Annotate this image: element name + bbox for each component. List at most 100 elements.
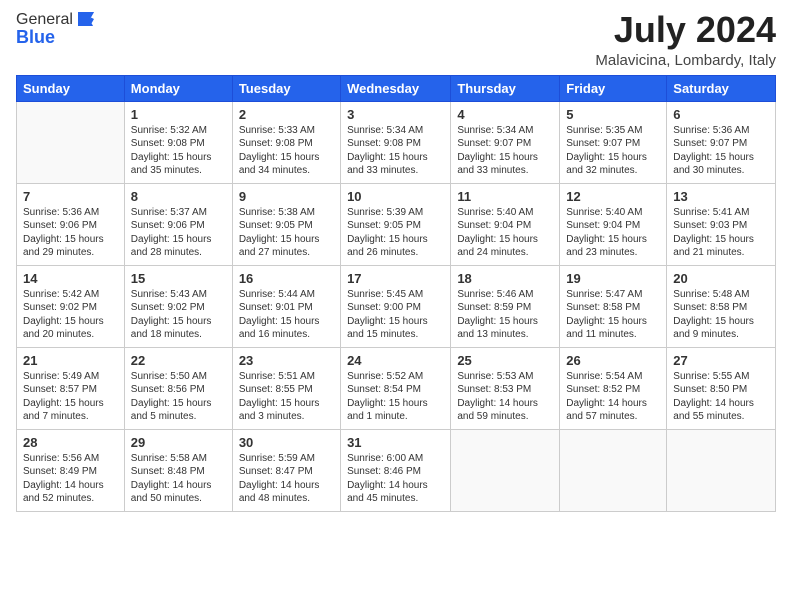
calendar-cell: 13Sunrise: 5:41 AM Sunset: 9:03 PM Dayli…	[667, 183, 776, 265]
day-number: 28	[23, 435, 118, 450]
day-number: 30	[239, 435, 334, 450]
day-info: Sunrise: 5:38 AM Sunset: 9:05 PM Dayligh…	[239, 206, 334, 260]
col-wednesday: Wednesday	[341, 75, 451, 101]
col-thursday: Thursday	[451, 75, 560, 101]
calendar-cell: 5Sunrise: 5:35 AM Sunset: 9:07 PM Daylig…	[560, 101, 667, 183]
day-number: 14	[23, 271, 118, 286]
day-info: Sunrise: 5:45 AM Sunset: 9:00 PM Dayligh…	[347, 288, 444, 342]
day-info: Sunrise: 5:58 AM Sunset: 8:48 PM Dayligh…	[131, 452, 226, 506]
day-number: 19	[566, 271, 660, 286]
day-info: Sunrise: 5:50 AM Sunset: 8:56 PM Dayligh…	[131, 370, 226, 424]
calendar-cell: 31 Sunrise: 6:00 AM Sunset: 8:46 PM Dayli…	[341, 429, 451, 511]
logo-general-text: General	[16, 12, 73, 28]
calendar-cell: 2Sunrise: 5:33 AM Sunset: 9:08 PM Daylig…	[232, 101, 340, 183]
calendar-subtitle: Malavicina, Lombardy, Italy	[595, 52, 776, 69]
calendar-cell: 9Sunrise: 5:38 AM Sunset: 9:05 PM Daylig…	[232, 183, 340, 265]
day-info: Sunrise: 5:51 AM Sunset: 8:55 PM Dayligh…	[239, 370, 334, 424]
calendar-cell: 22Sunrise: 5:50 AM Sunset: 8:56 PM Dayli…	[124, 347, 232, 429]
calendar-cell: 1 Sunrise: 5:32 AM Sunset: 9:08 PM Daylig…	[124, 101, 232, 183]
calendar-cell: 21 Sunrise: 5:49 AM Sunset: 8:57 PM Dayli…	[17, 347, 125, 429]
day-info: Sunrise: 5:34 AM Sunset: 9:07 PM Dayligh…	[457, 124, 553, 178]
calendar-cell: 15Sunrise: 5:43 AM Sunset: 9:02 PM Dayli…	[124, 265, 232, 347]
day-number: 10	[347, 189, 444, 204]
day-info: Sunrise: 5:40 AM Sunset: 9:04 PM Dayligh…	[457, 206, 553, 260]
calendar-cell: 28 Sunrise: 5:56 AM Sunset: 8:49 PM Dayli…	[17, 429, 125, 511]
logo: General Blue	[16, 10, 97, 46]
day-info: Sunrise: 5:56 AM Sunset: 8:49 PM Dayligh…	[23, 452, 118, 506]
calendar-cell: 14 Sunrise: 5:42 AM Sunset: 9:02 PM Dayli…	[17, 265, 125, 347]
calendar-cell: 8 Sunrise: 5:37 AM Sunset: 9:06 PM Daylig…	[124, 183, 232, 265]
day-number: 6	[673, 107, 769, 122]
calendar-cell: 27Sunrise: 5:55 AM Sunset: 8:50 PM Dayli…	[667, 347, 776, 429]
calendar-cell: 12 Sunrise: 5:40 AM Sunset: 9:04 PM Dayli…	[560, 183, 667, 265]
day-info: Sunrise: 5:59 AM Sunset: 8:47 PM Dayligh…	[239, 452, 334, 506]
calendar-cell: 23 Sunrise: 5:51 AM Sunset: 8:55 PM Dayli…	[232, 347, 340, 429]
day-number: 23	[239, 353, 334, 368]
calendar-week-row: 7 Sunrise: 5:36 AM Sunset: 9:06 PM Daylig…	[17, 183, 776, 265]
col-tuesday: Tuesday	[232, 75, 340, 101]
day-number: 17	[347, 271, 444, 286]
day-number: 26	[566, 353, 660, 368]
logo-flag-icon	[75, 8, 97, 30]
col-friday: Friday	[560, 75, 667, 101]
calendar-week-row: 21 Sunrise: 5:49 AM Sunset: 8:57 PM Dayli…	[17, 347, 776, 429]
day-number: 3	[347, 107, 444, 122]
day-number: 21	[23, 353, 118, 368]
day-info: Sunrise: 5:36 AM Sunset: 9:06 PM Dayligh…	[23, 206, 118, 260]
day-info: Sunrise: 5:34 AM Sunset: 9:08 PM Dayligh…	[347, 124, 444, 178]
day-number: 7	[23, 189, 118, 204]
header: General Blue July 2024 Malavicina, Lomba…	[16, 10, 776, 69]
day-number: 27	[673, 353, 769, 368]
calendar-table: Sunday Monday Tuesday Wednesday Thursday…	[16, 75, 776, 512]
day-info: Sunrise: 5:49 AM Sunset: 8:57 PM Dayligh…	[23, 370, 118, 424]
day-info: Sunrise: 5:43 AM Sunset: 9:02 PM Dayligh…	[131, 288, 226, 342]
calendar-cell: 20 Sunrise: 5:48 AM Sunset: 8:58 PM Dayli…	[667, 265, 776, 347]
day-info: Sunrise: 5:48 AM Sunset: 8:58 PM Dayligh…	[673, 288, 769, 342]
header-row: Sunday Monday Tuesday Wednesday Thursday…	[17, 75, 776, 101]
calendar-cell	[17, 101, 125, 183]
day-number: 1	[131, 107, 226, 122]
calendar-cell: 17 Sunrise: 5:45 AM Sunset: 9:00 PM Dayli…	[341, 265, 451, 347]
day-info: Sunrise: 5:53 AM Sunset: 8:53 PM Dayligh…	[457, 370, 553, 424]
day-number: 31	[347, 435, 444, 450]
day-info: Sunrise: 5:54 AM Sunset: 8:52 PM Dayligh…	[566, 370, 660, 424]
calendar-cell	[667, 429, 776, 511]
day-number: 5	[566, 107, 660, 122]
calendar-cell: 6Sunrise: 5:36 AM Sunset: 9:07 PM Daylig…	[667, 101, 776, 183]
calendar-title: July 2024	[595, 10, 776, 50]
day-number: 24	[347, 353, 444, 368]
calendar-cell	[451, 429, 560, 511]
day-info: Sunrise: 6:00 AM Sunset: 8:46 PM Dayligh…	[347, 452, 444, 506]
calendar-week-row: 1 Sunrise: 5:32 AM Sunset: 9:08 PM Daylig…	[17, 101, 776, 183]
day-info: Sunrise: 5:47 AM Sunset: 8:58 PM Dayligh…	[566, 288, 660, 342]
logo-blue-text: Blue	[16, 28, 97, 46]
day-info: Sunrise: 5:42 AM Sunset: 9:02 PM Dayligh…	[23, 288, 118, 342]
calendar-cell	[560, 429, 667, 511]
day-info: Sunrise: 5:32 AM Sunset: 9:08 PM Dayligh…	[131, 124, 226, 178]
day-number: 8	[131, 189, 226, 204]
day-number: 20	[673, 271, 769, 286]
calendar-week-row: 14 Sunrise: 5:42 AM Sunset: 9:02 PM Dayli…	[17, 265, 776, 347]
day-info: Sunrise: 5:44 AM Sunset: 9:01 PM Dayligh…	[239, 288, 334, 342]
calendar-cell: 10 Sunrise: 5:39 AM Sunset: 9:05 PM Dayli…	[341, 183, 451, 265]
day-info: Sunrise: 5:52 AM Sunset: 8:54 PM Dayligh…	[347, 370, 444, 424]
col-saturday: Saturday	[667, 75, 776, 101]
calendar-cell: 18Sunrise: 5:46 AM Sunset: 8:59 PM Dayli…	[451, 265, 560, 347]
calendar-cell: 7 Sunrise: 5:36 AM Sunset: 9:06 PM Daylig…	[17, 183, 125, 265]
calendar-cell: 4Sunrise: 5:34 AM Sunset: 9:07 PM Daylig…	[451, 101, 560, 183]
day-number: 29	[131, 435, 226, 450]
day-number: 25	[457, 353, 553, 368]
calendar-week-row: 28 Sunrise: 5:56 AM Sunset: 8:49 PM Dayli…	[17, 429, 776, 511]
day-number: 16	[239, 271, 334, 286]
day-number: 11	[457, 189, 553, 204]
calendar-cell: 29 Sunrise: 5:58 AM Sunset: 8:48 PM Dayli…	[124, 429, 232, 511]
calendar-cell: 30 Sunrise: 5:59 AM Sunset: 8:47 PM Dayli…	[232, 429, 340, 511]
day-info: Sunrise: 5:40 AM Sunset: 9:04 PM Dayligh…	[566, 206, 660, 260]
day-number: 12	[566, 189, 660, 204]
col-sunday: Sunday	[17, 75, 125, 101]
day-number: 13	[673, 189, 769, 204]
day-info: Sunrise: 5:37 AM Sunset: 9:06 PM Dayligh…	[131, 206, 226, 260]
calendar-cell: 26 Sunrise: 5:54 AM Sunset: 8:52 PM Dayli…	[560, 347, 667, 429]
day-info: Sunrise: 5:39 AM Sunset: 9:05 PM Dayligh…	[347, 206, 444, 260]
page: General Blue July 2024 Malavicina, Lomba…	[0, 0, 792, 612]
